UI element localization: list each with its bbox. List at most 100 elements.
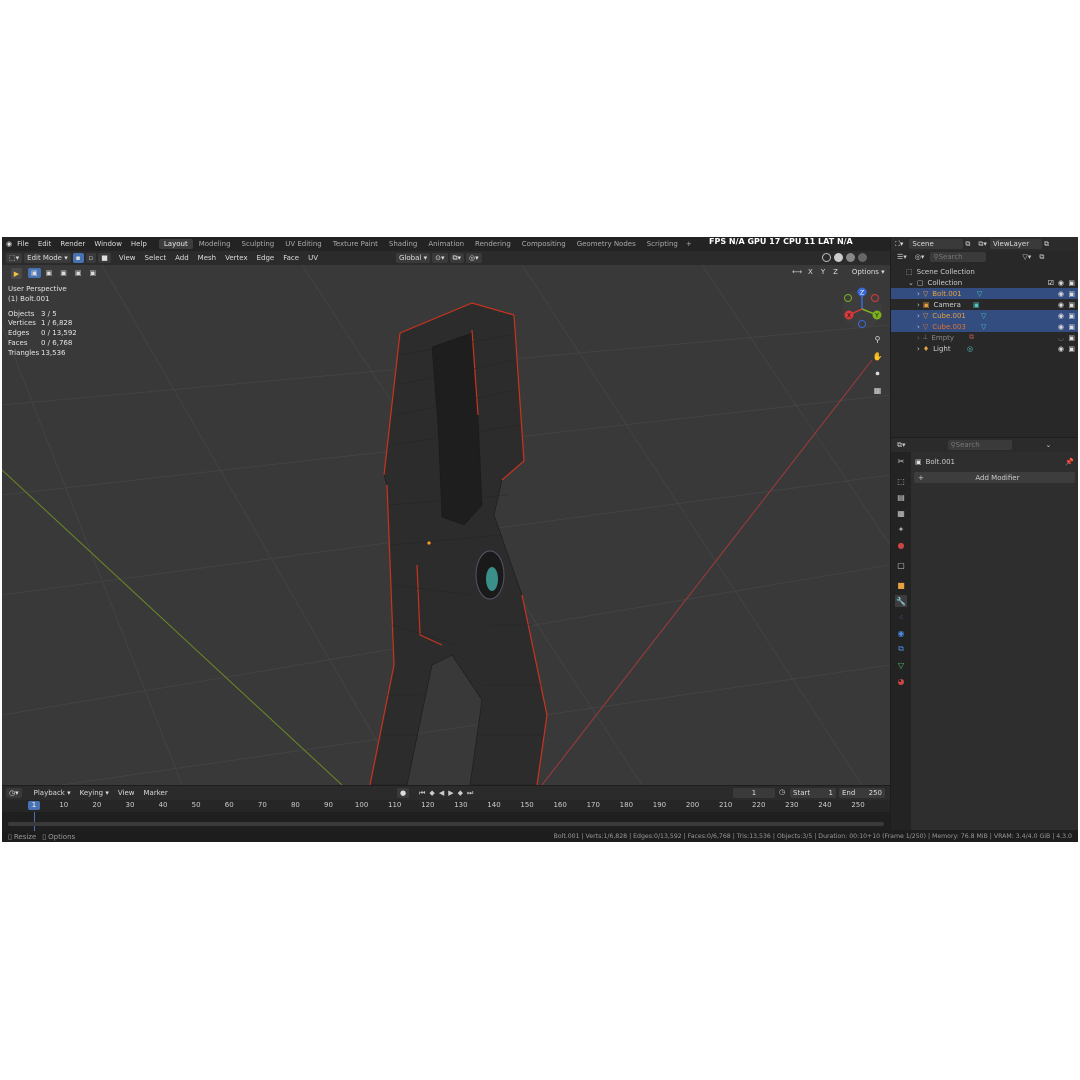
menu-select[interactable]: Select — [145, 254, 167, 262]
blender-logo-icon[interactable]: ◉ — [6, 240, 12, 248]
timeline-editor-type-icon[interactable]: ◷▾ — [6, 788, 22, 798]
display-mode-icon[interactable]: ◎▾ — [915, 253, 925, 261]
outliner-item-cube001[interactable]: › ▽ Cube.001 ▽ ◉ ▣ — [891, 310, 1078, 321]
vertex-select-button[interactable]: ▪ — [72, 253, 84, 263]
filter-icon[interactable]: ▽▾ — [1022, 253, 1031, 261]
tab-shading[interactable]: Shading — [384, 239, 422, 249]
menu-face[interactable]: Face — [283, 254, 299, 262]
clock-icon[interactable]: ◷ — [779, 788, 785, 796]
expand-arrow-icon[interactable]: › — [917, 323, 920, 331]
new-view-layer-icon[interactable]: ⧉ — [1044, 240, 1049, 249]
jump-end-icon[interactable]: ⏭ — [467, 789, 473, 798]
editor-type-button[interactable]: ⬚▾ — [6, 253, 23, 263]
menu-file[interactable]: File — [17, 240, 29, 248]
render-tab-icon[interactable]: ⬚ — [895, 475, 907, 487]
tab-scripting[interactable]: Scripting — [642, 239, 683, 249]
menu-marker[interactable]: Marker — [144, 789, 168, 797]
menu-playback[interactable]: Playback ▾ — [34, 789, 71, 797]
material-tab-icon[interactable]: ◕ — [895, 675, 907, 687]
new-collection-icon[interactable]: ⧉ — [1039, 253, 1044, 262]
timeline-track[interactable] — [2, 812, 890, 832]
perspective-toggle-icon[interactable]: ▦ — [871, 384, 884, 397]
3d-viewport[interactable]: User Perspective (1) Bolt.001 Objects 3 /… — [2, 265, 890, 785]
orientation-dropdown[interactable]: Global ▾ — [396, 253, 431, 263]
visibility-eye-icon[interactable]: ◉ — [1058, 323, 1064, 331]
pivot-icon[interactable]: ⊙▾ — [432, 253, 448, 263]
view-layer-selector[interactable]: ViewLayer — [989, 239, 1042, 249]
collection-tab-icon[interactable]: ▢ — [895, 559, 907, 571]
menu-edit[interactable]: Edit — [38, 240, 52, 248]
timeline-scrollbar[interactable] — [8, 822, 884, 826]
outliner-search-input[interactable]: ⚲ Search — [930, 252, 987, 262]
constraint-icon[interactable]: ⧉ — [969, 333, 974, 342]
scene-collection-row[interactable]: ⬚ Scene Collection — [891, 266, 1078, 277]
mirror-y-button[interactable]: Y — [817, 267, 829, 277]
menu-help[interactable]: Help — [131, 240, 147, 248]
view-layer-tab-icon[interactable]: ▦ — [895, 507, 907, 519]
render-camera-icon[interactable]: ▣ — [1068, 279, 1075, 287]
menu-render[interactable]: Render — [60, 240, 85, 248]
camera-data-icon[interactable]: ▣ — [973, 301, 980, 309]
menu-edge[interactable]: Edge — [257, 254, 275, 262]
menu-vertex[interactable]: Vertex — [225, 254, 248, 262]
data-tab-icon[interactable]: ▽ — [895, 659, 907, 671]
expand-arrow-icon[interactable]: › — [917, 301, 920, 309]
world-tab-icon[interactable]: ● — [895, 539, 907, 551]
properties-search-input[interactable]: ⚲ Search — [947, 440, 1012, 450]
prev-keyframe-icon[interactable]: ◆ — [429, 789, 434, 797]
edge-select-button[interactable]: ▫ — [85, 253, 97, 263]
collapse-arrow-icon[interactable]: ⌄ — [908, 279, 914, 287]
constraints-tab-icon[interactable]: ⧉ — [895, 643, 907, 655]
outliner-item-camera[interactable]: › ▣ Camera ▣ ◉ ▣ — [891, 299, 1078, 310]
properties-editor-icon[interactable]: ⧉▾ — [897, 441, 906, 450]
tool-tab-icon[interactable]: ✂ — [895, 455, 907, 467]
end-frame-field[interactable]: End 250 — [839, 788, 885, 798]
new-scene-icon[interactable]: ⧉ — [965, 240, 970, 249]
camera-view-icon[interactable]: ⏺ — [871, 367, 884, 380]
object-tab-icon[interactable]: ■ — [895, 579, 907, 591]
menu-uv[interactable]: UV — [308, 254, 318, 262]
pan-hand-icon[interactable]: ✋ — [871, 350, 884, 363]
proportional-edit-icon[interactable]: ◎▾ — [466, 253, 482, 263]
outliner-item-empty[interactable]: › ⟂ Empty ⧉ ◡ ▣ — [891, 332, 1078, 343]
mode-dropdown[interactable]: Edit Mode ▾ — [24, 253, 71, 263]
physics-tab-icon[interactable]: ◉ — [895, 627, 907, 639]
mesh-data-icon[interactable]: ▽ — [981, 323, 986, 331]
collection-checkbox[interactable]: ☑ — [1048, 279, 1054, 287]
expand-arrow-icon[interactable]: › — [917, 345, 920, 353]
output-tab-icon[interactable]: ▤ — [895, 491, 907, 503]
pin-icon[interactable]: 📌 — [1065, 458, 1074, 466]
properties-options-icon[interactable]: ⌄ — [1046, 441, 1052, 449]
menu-view[interactable]: View — [119, 254, 136, 262]
view-layer-icon[interactable]: ⧉▾ — [978, 240, 987, 249]
render-camera-icon[interactable]: ▣ — [1068, 334, 1075, 342]
mesh-data-icon[interactable]: ▽ — [977, 290, 982, 298]
outliner-item-cube003[interactable]: › ▽ Cube.003 ▽ ◉ ▣ — [891, 321, 1078, 332]
tab-compositing[interactable]: Compositing — [517, 239, 571, 249]
tab-geometry-nodes[interactable]: Geometry Nodes — [572, 239, 641, 249]
modifier-tab-icon[interactable]: 🔧 — [895, 595, 907, 607]
render-camera-icon[interactable]: ▣ — [1068, 323, 1075, 331]
tab-uv-editing[interactable]: UV Editing — [280, 239, 327, 249]
current-frame-field[interactable]: 1 — [733, 788, 775, 798]
play-icon[interactable]: ▶ — [448, 789, 453, 797]
snap-icon[interactable]: ⧉▾ — [449, 253, 465, 263]
mirror-x-button[interactable]: X — [805, 267, 816, 277]
outliner-item-bolt[interactable]: › ▽ Bolt.001 ▽ ◉ ▣ — [891, 288, 1078, 299]
active-tool-button[interactable]: ▶ — [11, 268, 22, 279]
particles-tab-icon[interactable]: ⁖ — [895, 611, 907, 623]
tab-sculpting[interactable]: Sculpting — [237, 239, 280, 249]
select-intersect-icon[interactable]: ▣ — [86, 268, 100, 278]
outliner-editor-icon[interactable]: ☰▾ — [897, 253, 907, 261]
timeline-ruler[interactable]: 1 10 20 30 40 50 60 70 80 90 100 110 120 130 140 150 160… — [2, 800, 890, 812]
tab-layout[interactable]: Layout — [158, 239, 193, 249]
scene-selector[interactable]: Scene — [909, 239, 964, 249]
collection-row[interactable]: ⌄ ▢ Collection ☑ ◉ ▣ — [891, 277, 1078, 288]
outliner-item-light[interactable]: › ♦ Light ◎ ◉ ▣ — [891, 343, 1078, 354]
mesh-data-icon[interactable]: ▽ — [981, 312, 986, 320]
expand-arrow-icon[interactable]: › — [917, 334, 920, 342]
expand-arrow-icon[interactable]: › — [917, 290, 920, 298]
light-data-icon[interactable]: ◎ — [967, 345, 973, 353]
zoom-icon[interactable]: ⚲ — [871, 333, 884, 346]
wireframe-shading-icon[interactable] — [822, 253, 831, 262]
